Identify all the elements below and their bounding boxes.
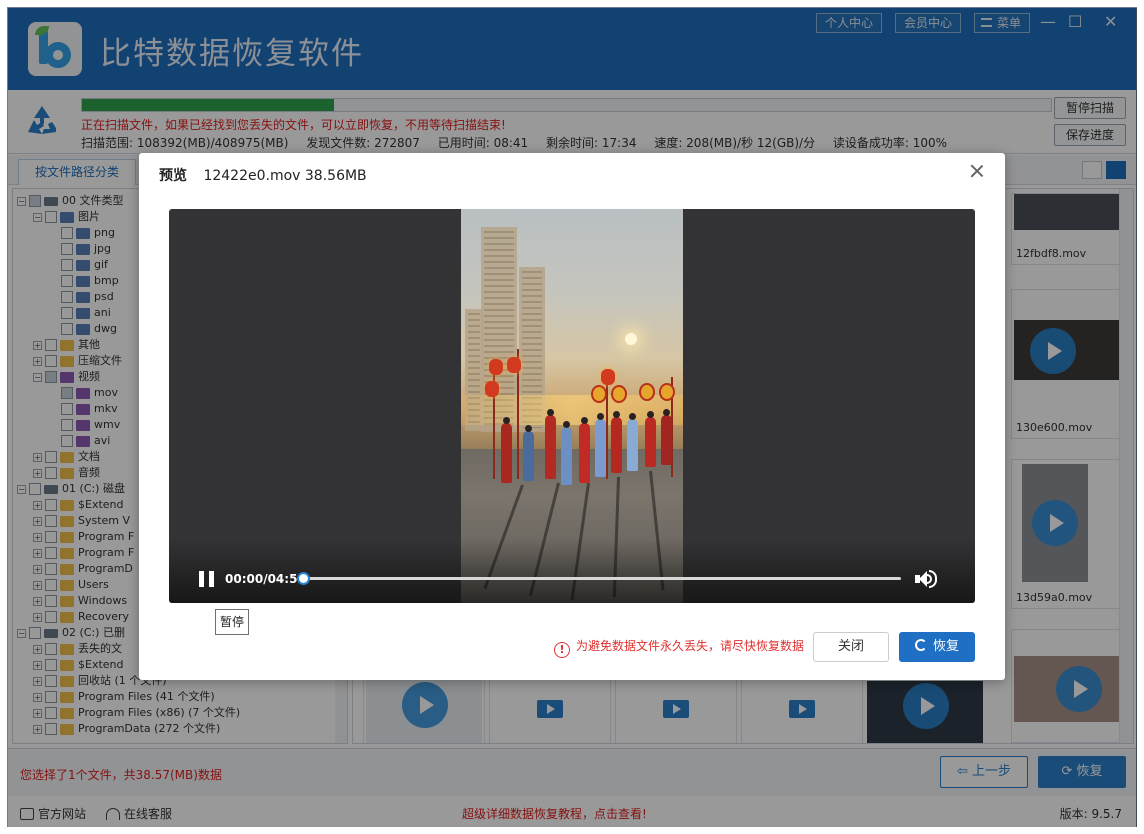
dialog-title-label: 预览 [159, 168, 187, 184]
preview-dialog: 预览 12422e0.mov 38.56MB 00:00/04:59 ! 为避免… [139, 153, 1005, 680]
warning-text: 为避免数据文件永久丢失，请尽快恢复数据 [576, 639, 805, 653]
close-icon[interactable] [969, 163, 985, 179]
close-button[interactable]: 关闭 [813, 632, 889, 662]
refresh-icon [914, 639, 927, 651]
pause-icon[interactable] [199, 571, 215, 587]
recover-label: 恢复 [932, 639, 959, 654]
warning-message: ! 为避免数据文件永久丢失，请尽快恢复数据 [554, 637, 804, 658]
file-info: 12422e0.mov 38.56MB [203, 168, 367, 184]
dialog-title: 预览 12422e0.mov 38.56MB [159, 165, 367, 185]
player-controls: 00:00/04:59 [169, 539, 975, 603]
pause-tooltip: 暂停 [215, 609, 250, 635]
recover-button[interactable]: 恢复 [899, 632, 975, 662]
seek-bar[interactable] [297, 572, 901, 585]
playback-time: 00:00/04:59 [225, 572, 306, 586]
video-player[interactable]: 00:00/04:59 [169, 209, 975, 603]
info-icon: ! [554, 642, 570, 658]
volume-icon[interactable] [915, 570, 937, 588]
seek-handle[interactable] [297, 572, 310, 585]
